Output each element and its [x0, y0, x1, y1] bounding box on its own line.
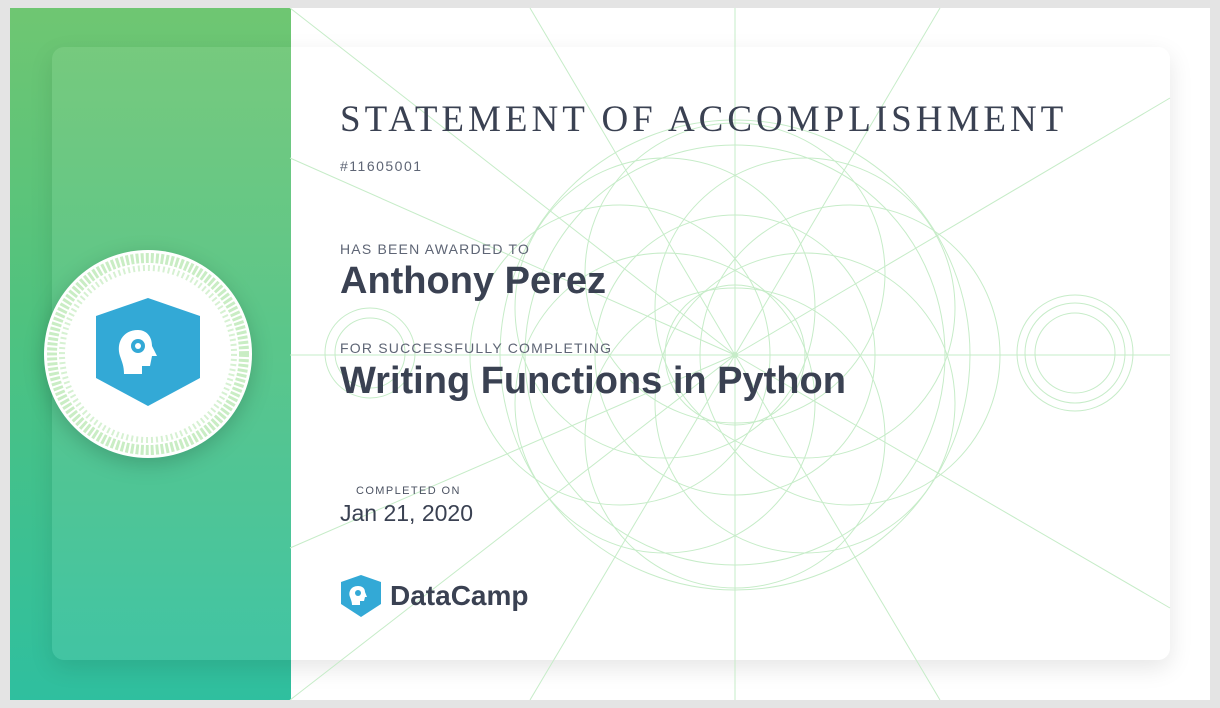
completion-label: FOR SUCCESSFULLY COMPLETING — [340, 340, 613, 356]
certificate-seal — [44, 250, 252, 458]
brand-name: DataCamp — [390, 580, 529, 611]
brand-logo: DataCamp — [340, 573, 528, 619]
recipient-name: Anthony Perez — [340, 260, 607, 302]
certificate-id: #11605001 — [340, 158, 423, 174]
awarded-label: HAS BEEN AWARDED TO — [340, 241, 531, 257]
certificate-title: STATEMENT OF ACCOMPLISHMENT — [340, 99, 1068, 140]
completed-on-label: COMPLETED ON — [356, 485, 461, 497]
certificate-frame: STATEMENT OF ACCOMPLISHMENT #11605001 HA… — [10, 8, 1210, 700]
datacamp-logo-icon — [341, 575, 381, 617]
course-title: Writing Functions in Python — [340, 360, 846, 402]
completed-date: Jan 21, 2020 — [340, 500, 474, 526]
